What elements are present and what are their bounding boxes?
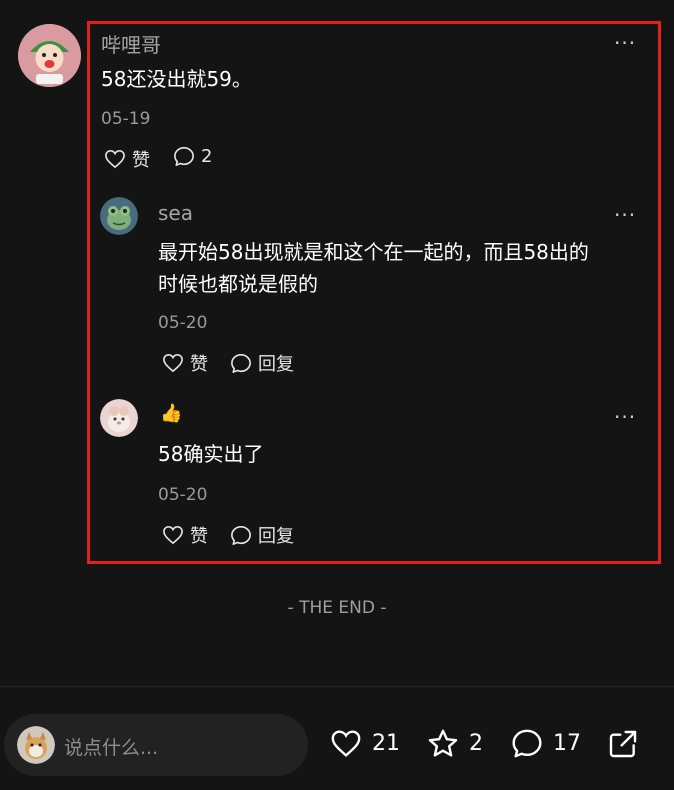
favorite-button[interactable]: 2 xyxy=(427,728,483,759)
heart-icon xyxy=(331,730,361,757)
share-button[interactable] xyxy=(607,728,649,760)
current-user-avatar xyxy=(17,726,55,764)
speech-bubble-icon xyxy=(512,729,542,758)
the-end-label: - THE END - xyxy=(287,598,387,618)
comment-count: 17 xyxy=(553,731,581,756)
favorite-count: 2 xyxy=(469,731,483,756)
comment-author-avatar[interactable] xyxy=(18,24,81,87)
comment-input[interactable]: 说点什么... xyxy=(4,714,308,776)
comment-input-placeholder: 说点什么... xyxy=(64,737,159,759)
bottom-divider xyxy=(0,686,674,687)
like-count: 21 xyxy=(372,731,400,756)
comments-button[interactable]: 17 xyxy=(511,728,581,759)
highlight-box xyxy=(87,21,661,564)
share-icon xyxy=(609,730,637,758)
like-button[interactable]: 21 xyxy=(330,729,400,758)
star-icon xyxy=(428,729,458,757)
